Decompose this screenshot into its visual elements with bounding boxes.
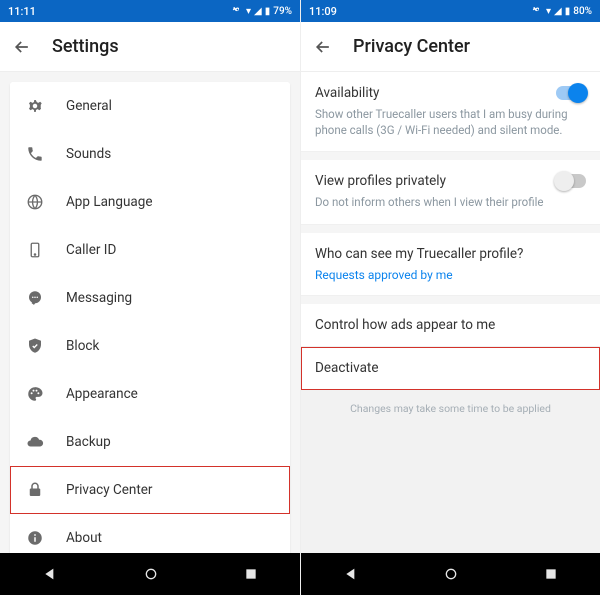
item-title: Availability bbox=[315, 85, 379, 101]
gear-icon bbox=[26, 97, 44, 115]
status-bar: 11:11 ▾ ◢ ▮ 79% bbox=[0, 0, 300, 22]
signal-icon: ◢ bbox=[254, 6, 262, 17]
item-view-privately[interactable]: View profiles privately Do not inform ot… bbox=[301, 160, 600, 225]
wifi-icon: ▾ bbox=[246, 6, 251, 17]
status-right: ▾ ◢ ▮ 79% bbox=[229, 6, 292, 17]
navigation-bar bbox=[0, 553, 300, 595]
availability-toggle[interactable] bbox=[556, 86, 586, 100]
globe-icon bbox=[26, 193, 44, 211]
message-icon bbox=[26, 289, 44, 307]
settings-item-label: Backup bbox=[66, 434, 111, 450]
settings-item-general[interactable]: General bbox=[10, 82, 290, 130]
status-time: 11:09 bbox=[309, 5, 529, 18]
settings-item-messaging[interactable]: Messaging bbox=[10, 274, 290, 322]
settings-item-callerid[interactable]: Caller ID bbox=[10, 226, 290, 274]
settings-item-appearance[interactable]: Appearance bbox=[10, 370, 290, 418]
settings-item-label: Messaging bbox=[66, 290, 132, 306]
nav-back-icon[interactable] bbox=[42, 566, 58, 582]
view-privately-toggle[interactable] bbox=[556, 174, 586, 188]
battery-icon: ▮ bbox=[265, 6, 271, 17]
item-deactivate[interactable]: Deactivate bbox=[301, 347, 600, 390]
item-link[interactable]: Requests approved by me bbox=[315, 268, 586, 282]
settings-item-sounds[interactable]: Sounds bbox=[10, 130, 290, 178]
item-title: View profiles privately bbox=[315, 173, 446, 189]
wifi-icon: ▾ bbox=[546, 6, 551, 17]
back-icon[interactable] bbox=[313, 37, 333, 57]
item-who-can-see[interactable]: Who can see my Truecaller profile? Reque… bbox=[301, 233, 600, 296]
item-subtitle: Show other Truecaller users that I am bu… bbox=[315, 107, 586, 138]
palette-icon bbox=[26, 385, 44, 403]
nav-back-icon[interactable] bbox=[343, 566, 359, 582]
settings-item-backup[interactable]: Backup bbox=[10, 418, 290, 466]
nav-home-icon[interactable] bbox=[443, 566, 459, 582]
info-icon bbox=[26, 529, 44, 547]
privacy-center-screen: 11:09 ▾ ◢ ▮ 80% Privacy Center Availabil… bbox=[300, 0, 600, 595]
settings-item-label: Sounds bbox=[66, 146, 111, 162]
settings-item-label: About bbox=[66, 530, 102, 546]
app-bar: Privacy Center bbox=[301, 22, 600, 72]
nav-home-icon[interactable] bbox=[143, 566, 159, 582]
lock-icon bbox=[26, 481, 44, 499]
nav-recent-icon[interactable] bbox=[244, 567, 258, 581]
settings-item-language[interactable]: App Language bbox=[10, 178, 290, 226]
cloud-icon bbox=[26, 433, 44, 451]
settings-item-about[interactable]: About bbox=[10, 514, 290, 553]
settings-item-privacy[interactable]: Privacy Center bbox=[10, 466, 290, 514]
settings-item-label: Appearance bbox=[66, 386, 138, 402]
settings-item-label: Privacy Center bbox=[66, 482, 153, 498]
navigation-bar bbox=[301, 553, 600, 595]
settings-item-label: Block bbox=[66, 338, 99, 354]
item-subtitle: Do not inform others when I view their p… bbox=[315, 195, 586, 211]
shield-icon bbox=[26, 337, 44, 355]
battery-text: 79% bbox=[273, 6, 292, 17]
settings-item-label: Caller ID bbox=[66, 242, 116, 258]
smartphone-icon bbox=[26, 241, 44, 259]
page-title: Privacy Center bbox=[353, 36, 470, 57]
settings-item-label: General bbox=[66, 98, 112, 114]
page-title: Settings bbox=[52, 36, 119, 57]
item-title: Deactivate bbox=[315, 360, 586, 376]
item-availability[interactable]: Availability Show other Truecaller users… bbox=[301, 72, 600, 152]
settings-screen: 11:11 ▾ ◢ ▮ 79% Settings General Sounds bbox=[0, 0, 300, 595]
nav-recent-icon[interactable] bbox=[544, 567, 558, 581]
settings-item-block[interactable]: Block bbox=[10, 322, 290, 370]
battery-icon: ▮ bbox=[565, 6, 571, 17]
app-bar: Settings bbox=[0, 22, 300, 72]
item-ads[interactable]: Control how ads appear to me bbox=[301, 304, 600, 347]
item-title: Control how ads appear to me bbox=[315, 317, 586, 333]
privacy-list: Availability Show other Truecaller users… bbox=[301, 72, 600, 553]
item-title: Who can see my Truecaller profile? bbox=[315, 246, 586, 262]
vpn-key-icon bbox=[529, 6, 543, 16]
back-icon[interactable] bbox=[12, 37, 32, 57]
vpn-key-icon bbox=[229, 6, 243, 16]
settings-list-container: General Sounds App Language Caller ID Me… bbox=[0, 72, 300, 553]
battery-text: 80% bbox=[573, 6, 592, 17]
status-right: ▾ ◢ ▮ 80% bbox=[529, 6, 592, 17]
signal-icon: ◢ bbox=[554, 6, 562, 17]
footnote: Changes may take some time to be applied bbox=[301, 390, 600, 427]
status-time: 11:11 bbox=[8, 5, 229, 18]
settings-item-label: App Language bbox=[66, 194, 153, 210]
phone-icon bbox=[26, 145, 44, 163]
status-bar: 11:09 ▾ ◢ ▮ 80% bbox=[301, 0, 600, 22]
